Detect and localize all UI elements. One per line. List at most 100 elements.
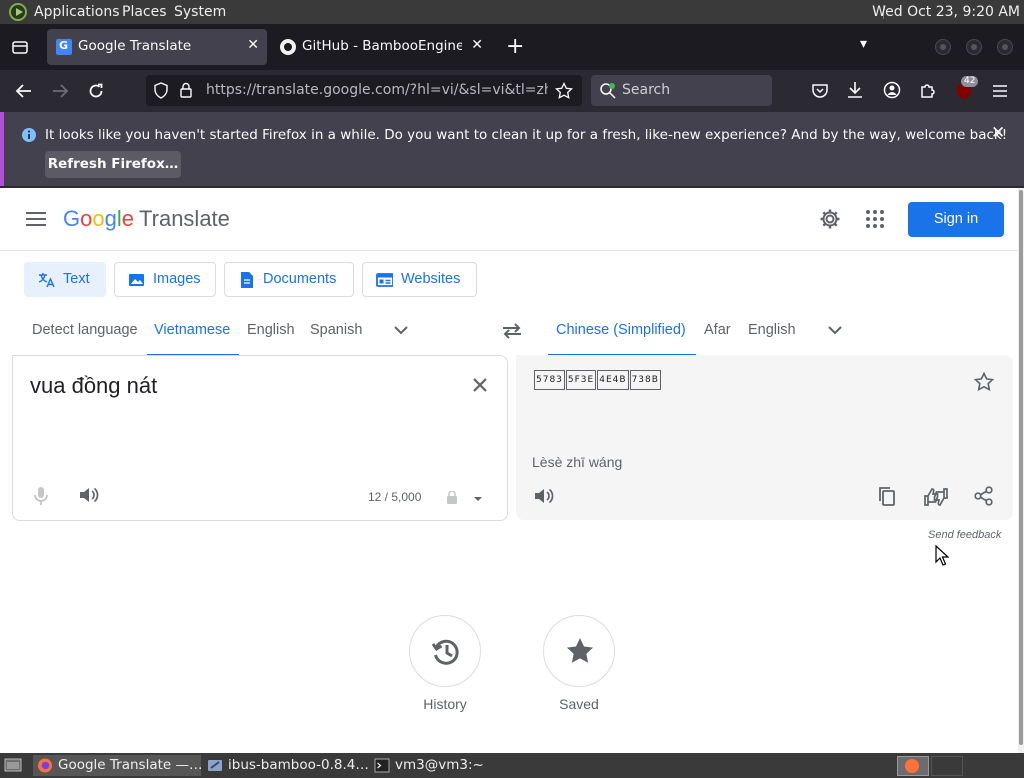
close-tab-icon[interactable]: ✕: [471, 37, 483, 53]
search-placeholder: Search: [622, 82, 671, 98]
tab-google-translate[interactable]: Google Translate ✕: [47, 29, 267, 65]
tab-title: GitHub - BambooEngine/ibu: [302, 38, 462, 54]
document-icon: [241, 272, 253, 288]
source-more-languages-chevron-down-icon[interactable]: [393, 324, 409, 336]
history-button[interactable]: [409, 615, 481, 687]
google-apps-grid-icon[interactable]: [865, 209, 885, 229]
workspace-2[interactable]: [931, 756, 963, 776]
pocket-icon[interactable]: [811, 82, 829, 100]
source-textarea[interactable]: vua đồng nát: [30, 373, 157, 399]
target-lang-chinese-simplified[interactable]: Chinese (Simplified): [556, 322, 686, 338]
copy-translation-icon[interactable]: [878, 486, 896, 507]
places-menu[interactable]: Places: [122, 4, 167, 20]
settings-gear-icon[interactable]: [819, 208, 841, 230]
translate-header: Google Translate Sign in: [0, 188, 1018, 251]
back-icon[interactable]: [15, 82, 33, 100]
missing-glyph-box: 5783: [534, 370, 565, 390]
source-lang-vietnamese[interactable]: Vietnamese: [154, 322, 230, 338]
app-menu-hamburger-icon[interactable]: [991, 82, 1009, 100]
tab-documents[interactable]: Documents: [224, 262, 354, 297]
task-terminal[interactable]: vm3@vm3:~: [370, 755, 535, 776]
tab-title: Google Translate: [78, 38, 192, 54]
rate-translation-thumbs-icon[interactable]: [923, 486, 949, 508]
firefox-icon: [38, 758, 52, 773]
task-ibus-bamboo[interactable]: ibus-bamboo-0.8.4…: [203, 755, 368, 776]
notification-message: It looks like you haven't started Firefo…: [45, 127, 1008, 143]
character-count: 12 / 5,000: [368, 490, 422, 504]
history-label: History: [423, 696, 467, 712]
page-scrollbar[interactable]: [1018, 188, 1024, 753]
tab-manager-icon[interactable]: [11, 38, 29, 56]
extension-badge: 42: [961, 76, 979, 87]
navigation-toolbar: https://translate.google.com/?hl=vi/&sl=…: [0, 70, 1024, 112]
product-name: Translate: [139, 206, 230, 231]
workspace-1[interactable]: [897, 756, 929, 776]
tracking-protection-shield-icon[interactable]: [153, 82, 169, 99]
tab-websites[interactable]: Websites: [362, 262, 477, 297]
downloads-icon[interactable]: [846, 81, 864, 99]
target-lang-english[interactable]: English: [748, 322, 796, 338]
new-tab-icon[interactable]: +: [506, 34, 524, 59]
show-desktop-icon[interactable]: [4, 757, 22, 774]
list-all-tabs-chevron-down-icon[interactable]: ▾: [860, 36, 867, 52]
maximize-window-icon[interactable]: [966, 39, 982, 55]
taskbar: Google Translate —… ibus-bamboo-0.8.4… v…: [0, 753, 1024, 778]
clock[interactable]: Wed Oct 23, 9:20 AM: [872, 4, 1020, 20]
share-translation-icon[interactable]: [974, 486, 994, 506]
applications-menu[interactable]: Applications: [34, 4, 120, 20]
listen-source-speaker-icon[interactable]: [79, 486, 99, 504]
listen-translation-speaker-icon[interactable]: [534, 487, 554, 505]
translation-panel: 5783 5F3E 4E4B 738B Lèsè zhī wáng: [516, 355, 1013, 520]
history-icon: [431, 639, 459, 665]
file-manager-icon: [208, 760, 222, 771]
search-bar[interactable]: Search: [591, 75, 772, 106]
clear-source-close-icon[interactable]: [472, 377, 488, 393]
missing-glyph-box: 4E4B: [597, 370, 629, 390]
translation-output[interactable]: 5783 5F3E 4E4B 738B: [534, 370, 662, 390]
close-tab-icon[interactable]: ✕: [247, 37, 259, 53]
tab-strip: Google Translate ✕ GitHub - BambooEngine…: [0, 24, 1024, 70]
saved-label: Saved: [559, 696, 599, 712]
url-bar[interactable]: https://translate.google.com/?hl=vi/&sl=…: [146, 75, 582, 106]
github-favicon-icon: [280, 39, 296, 55]
source-lang-english[interactable]: English: [247, 322, 295, 338]
target-lang-afar[interactable]: Afar: [704, 322, 731, 338]
lock-icon[interactable]: [179, 82, 193, 99]
url-text[interactable]: https://translate.google.com/?hl=vi/&sl=…: [206, 82, 548, 98]
sign-in-button[interactable]: Sign in: [908, 202, 1004, 237]
send-feedback-link[interactable]: Send feedback: [928, 529, 1001, 541]
minimize-window-icon[interactable]: [935, 39, 951, 55]
task-google-translate[interactable]: Google Translate —…: [33, 755, 201, 776]
search-engine-icon: [600, 83, 616, 99]
saved-button[interactable]: [543, 615, 615, 687]
close-window-icon[interactable]: [997, 39, 1013, 55]
bookmark-star-icon[interactable]: [555, 82, 573, 100]
microphone-icon[interactable]: [34, 486, 48, 506]
distro-logo-icon[interactable]: [9, 3, 27, 21]
swap-languages-icon[interactable]: [501, 321, 523, 341]
main-menu-icon[interactable]: [26, 212, 46, 226]
input-tools-chevron-down-icon[interactable]: [472, 495, 484, 503]
tab-text[interactable]: Text: [24, 262, 106, 297]
source-lang-spanish[interactable]: Spanish: [310, 322, 362, 338]
mouse-pointer-icon: [935, 545, 949, 566]
reload-icon[interactable]: [87, 82, 105, 100]
missing-glyph-box: 5F3E: [565, 370, 597, 390]
tab-images[interactable]: Images: [114, 262, 216, 297]
saved-star-icon: [567, 638, 593, 663]
google-translate-logo[interactable]: Google Translate: [63, 206, 230, 232]
top-panel: Applications Places System Wed Oct 23, 9…: [0, 0, 1024, 24]
target-more-languages-chevron-down-icon[interactable]: [827, 324, 843, 336]
tab-github[interactable]: GitHub - BambooEngine/ibu ✕: [271, 29, 491, 65]
source-lang-detect[interactable]: Detect language: [32, 322, 138, 338]
info-icon: [22, 128, 36, 142]
system-menu[interactable]: System: [174, 4, 226, 20]
web-page: Google Translate Sign in Text Images Doc…: [0, 188, 1018, 753]
close-notification-icon[interactable]: ✕: [991, 123, 1005, 143]
input-tools-keyboard-icon[interactable]: [446, 491, 458, 505]
extensions-puzzle-icon[interactable]: [919, 81, 937, 99]
forward-icon[interactable]: [51, 82, 69, 100]
refresh-firefox-button[interactable]: Refresh Firefox…: [45, 151, 181, 178]
account-icon[interactable]: [883, 81, 901, 99]
save-translation-star-icon[interactable]: [974, 372, 994, 391]
